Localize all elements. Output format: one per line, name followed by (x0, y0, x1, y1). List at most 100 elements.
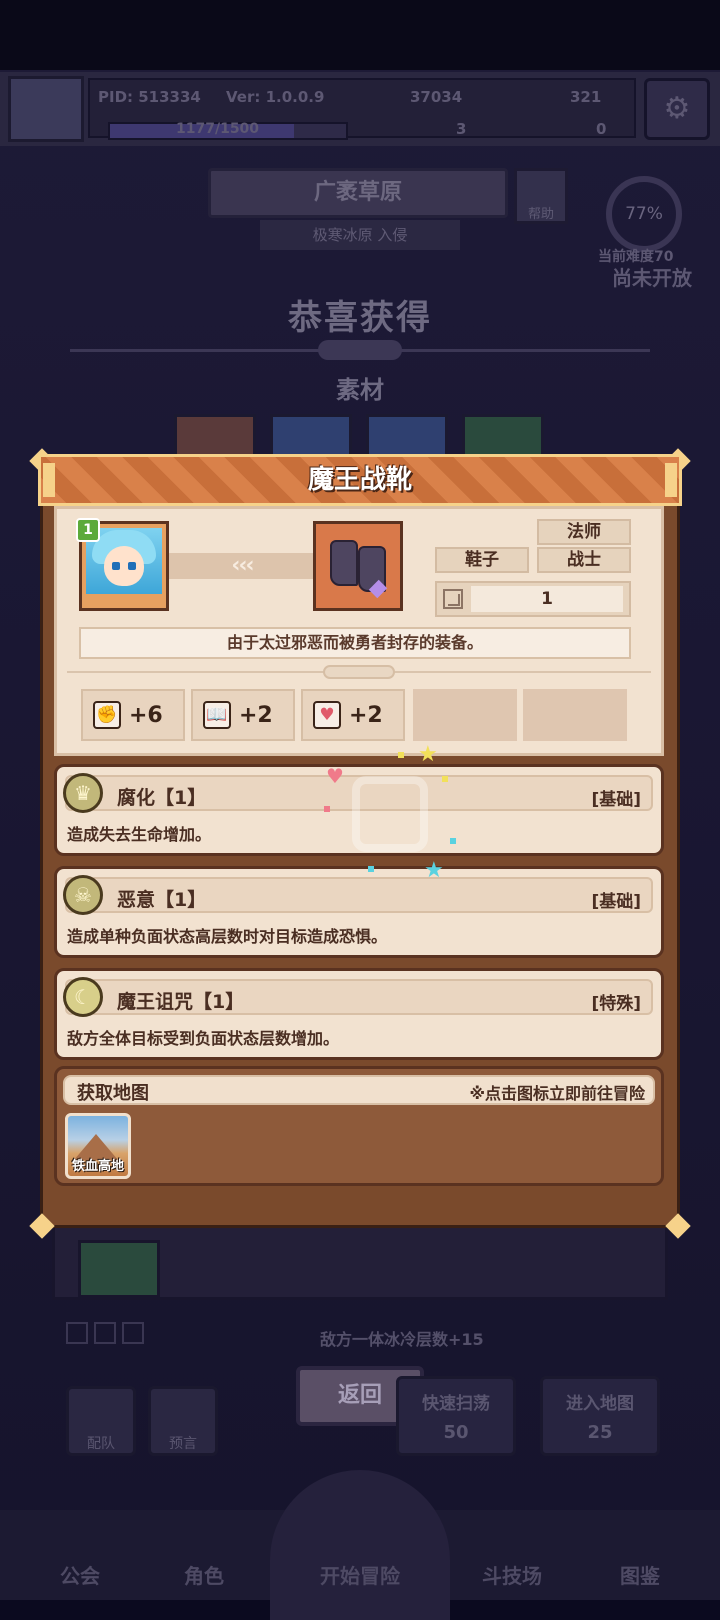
page-indicator[interactable] (122, 1322, 144, 1344)
skill-description: 敌方全体目标受到负面状态层数增加。 (67, 1029, 340, 1048)
enter-map-button-label: 进入地图 (566, 1394, 634, 1414)
page-indicator[interactable] (94, 1322, 116, 1344)
materials-label: 素材 (336, 376, 384, 404)
team-button[interactable]: 配队 (66, 1386, 136, 1456)
hero-face (104, 546, 144, 586)
status-bar-area (0, 0, 720, 70)
skill-type: [基础] (591, 892, 641, 912)
hero-portrait[interactable]: 1 (76, 518, 169, 611)
stat-cell-attack: ✊ +6 (81, 689, 185, 741)
avatar[interactable] (8, 76, 84, 142)
nav-arena[interactable]: 斗技场 (452, 1560, 572, 1589)
stat-value: +6 (129, 703, 163, 728)
enter-map-button[interactable]: 进入地图 25 (540, 1376, 660, 1456)
reward-item-slot[interactable] (78, 1240, 160, 1298)
map-name: 铁血高地 (71, 1159, 124, 1174)
stat-cell-empty (523, 689, 627, 741)
sweep-button-label: 快速扫荡 (422, 1394, 490, 1414)
help-label: 帮助 (527, 207, 554, 222)
hint-button-label: 预言 (169, 1436, 197, 1452)
star-icon: ★ (418, 742, 438, 767)
game-version: Ver: 1.0.0.9 (226, 88, 325, 106)
modal-title: 魔王战靴 (307, 465, 412, 495)
item-b-count: 0 (596, 120, 607, 138)
boots-icon (313, 521, 403, 611)
congrats-title: 恭喜获得 (288, 298, 432, 338)
region-selector[interactable]: 广袤草原 (208, 168, 508, 218)
sweep-cost: 50 (443, 1422, 469, 1443)
moon-icon: ☾ (63, 977, 103, 1017)
card-divider-knot (323, 665, 395, 679)
boot-left (330, 540, 358, 586)
gem-count: 321 (570, 88, 602, 106)
item-description: 由于太过邪恶而被勇者封存的装备。 (79, 627, 631, 659)
skill-name: 恶意【1】 (117, 889, 207, 911)
player-id: PID: 513334 (98, 88, 201, 106)
help-button[interactable]: 帮助 (514, 168, 568, 224)
skill-type: [特殊] (591, 994, 641, 1014)
modal-header: 魔王战靴 (38, 454, 682, 506)
hero-eye (112, 562, 120, 570)
class-tag-warrior: 战士 (537, 547, 631, 573)
hero-level-badge: 1 (76, 518, 100, 542)
obtain-map-title: 获取地图 (77, 1083, 149, 1104)
skill-description: 造成失去生命增加。 (67, 825, 212, 844)
gold-count: 37034 (410, 88, 463, 106)
skill-description: 造成单种负面状态高层数时对目标造成恐惧。 (67, 927, 388, 946)
obtain-map-section: 获取地图 ※点击图标立即前往冒险 铁血高地 (54, 1066, 664, 1186)
skill-header: 恶意【1】 [基础] (65, 877, 653, 913)
team-button-label: 配队 (87, 1436, 115, 1452)
map-thumbnail[interactable]: 铁血高地 (65, 1113, 131, 1179)
class-tag-mage: 法师 (537, 519, 631, 545)
item-info-card: 1 ‹‹‹ 法师 鞋子 战士 1 由于太过邪恶而被勇者封存的装备。 ✊ +6 📖… (54, 506, 664, 756)
hint-button[interactable]: 预言 (148, 1386, 218, 1456)
sparkle-frame (352, 776, 428, 852)
equip-arrow-icon: ‹‹‹ (169, 553, 315, 579)
settings-gear-icon[interactable]: ⚙ (644, 78, 710, 140)
sparkle-dot (442, 776, 448, 782)
stat-value: +2 (239, 703, 273, 728)
sweep-button[interactable]: 快速扫荡 50 (396, 1376, 516, 1456)
sparkle-dot (324, 806, 330, 812)
slot-tag: 鞋子 (435, 547, 529, 573)
sparkle-dot (398, 752, 404, 758)
heart-sparkle-icon: ♥ (326, 764, 344, 788)
enter-map-cost: 25 (587, 1422, 613, 1443)
subregion-label: 极寒冰原 入侵 (260, 220, 460, 250)
obtain-map-hint: ※点击图标立即前往冒险 (469, 1084, 645, 1103)
page-indicator[interactable] (66, 1322, 88, 1344)
enemy-effect-text: 敌方一体冰冷层数+15 (320, 1330, 484, 1349)
obtain-map-header: 获取地图 ※点击图标立即前往冒险 (63, 1075, 655, 1105)
difficulty-ring: 77% (606, 176, 682, 252)
nav-start-adventure[interactable]: 开始冒险 (300, 1560, 420, 1589)
skill-name: 腐化【1】 (117, 787, 207, 809)
quantity-box: 1 (435, 581, 631, 617)
heart-icon: ♥ (313, 701, 341, 729)
skill-name: 魔王诅咒【1】 (117, 991, 245, 1013)
xp-text: 1177/1500 (176, 121, 260, 137)
inventory-icon (443, 589, 463, 609)
crown-icon: ♛ (63, 773, 103, 813)
hero-eye (128, 562, 136, 570)
book-icon: 📖 (203, 701, 231, 729)
title-ornament-knot (318, 340, 402, 360)
skull-icon: ☠ (63, 875, 103, 915)
stat-cell-empty (413, 689, 517, 741)
sparkle-dot (450, 838, 456, 844)
fist-icon: ✊ (93, 701, 121, 729)
stat-cell-magic: 📖 +2 (191, 689, 295, 741)
stat-cell-health: ♥ +2 (301, 689, 405, 741)
nav-guild[interactable]: 公会 (20, 1560, 140, 1589)
nav-codex[interactable]: 图鉴 (580, 1560, 700, 1589)
not-open-label: 尚未开放 (612, 266, 692, 290)
stat-value: +2 (349, 703, 383, 728)
star-icon: ★ (424, 858, 444, 883)
nav-character[interactable]: 角色 (144, 1560, 264, 1589)
sparkle-dot (368, 866, 374, 872)
skill-card: 魔王诅咒【1】 [特殊] ☾ 敌方全体目标受到负面状态层数增加。 (54, 968, 664, 1060)
quantity-value: 1 (471, 586, 623, 612)
skill-card: 恶意【1】 [基础] ☠ 造成单种负面状态高层数时对目标造成恐惧。 (54, 866, 664, 958)
item-a-count: 3 (456, 120, 467, 138)
skill-type: [基础] (591, 790, 641, 810)
skill-header: 魔王诅咒【1】 [特殊] (65, 979, 653, 1015)
